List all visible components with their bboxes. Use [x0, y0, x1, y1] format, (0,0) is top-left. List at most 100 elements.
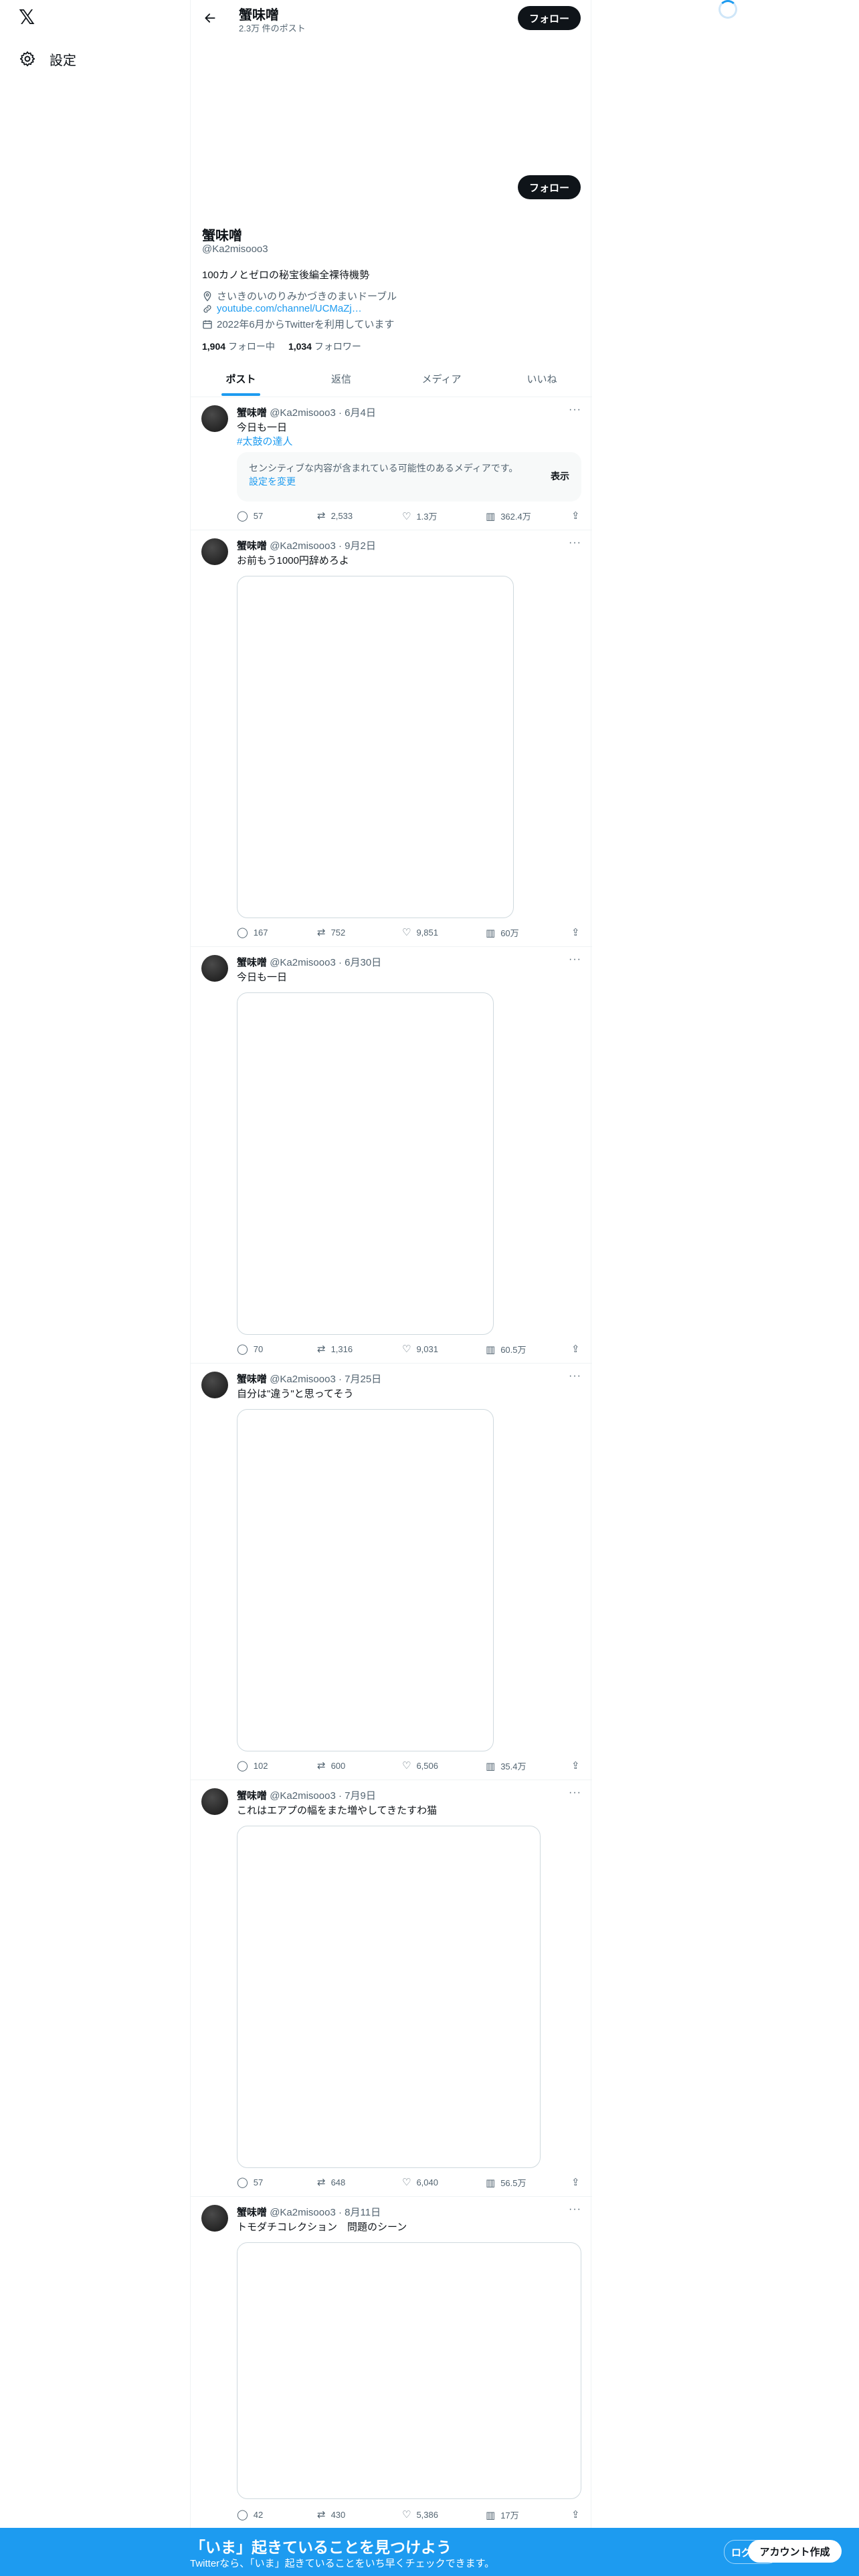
- location-pin-icon: [203, 291, 211, 302]
- following-stat[interactable]: 1,904 フォロー中: [202, 340, 275, 353]
- follow-button[interactable]: フォロー: [518, 175, 581, 199]
- avatar[interactable]: [201, 955, 228, 982]
- post-date[interactable]: 6月4日: [345, 407, 376, 419]
- post-actions: ◯ 57 ⇄ 2,533 ♡ 1.3万 ▥ 362.4万 ⇪: [237, 510, 585, 524]
- post-media[interactable]: [237, 1409, 494, 1751]
- share-button[interactable]: ⇪: [571, 2508, 580, 2520]
- more-icon[interactable]: ···: [569, 1787, 581, 1799]
- post-date[interactable]: 7月25日: [345, 1374, 381, 1385]
- share-button[interactable]: ⇪: [571, 926, 580, 938]
- reply-button[interactable]: ◯ 70: [237, 1343, 263, 1355]
- signup-button[interactable]: アカウント作成: [748, 2540, 842, 2563]
- post-date[interactable]: 6月30日: [345, 957, 381, 968]
- profile-joined: 2022年6月からTwitterを利用しています: [202, 317, 394, 331]
- share-button[interactable]: ⇪: [571, 1343, 580, 1355]
- repost-button[interactable]: ⇄ 752: [317, 926, 345, 938]
- like-button[interactable]: ♡ 9,851: [402, 926, 438, 938]
- post-text: 今日も一日: [237, 422, 288, 433]
- repost-button[interactable]: ⇄ 1,316: [317, 1343, 353, 1355]
- post-author-name[interactable]: 蟹味噌: [237, 1374, 267, 1385]
- more-icon[interactable]: ···: [569, 537, 581, 549]
- reply-button[interactable]: ◯ 42: [237, 2508, 263, 2520]
- repost-button[interactable]: ⇄ 600: [317, 1759, 345, 1772]
- post-media[interactable]: [237, 2242, 581, 2499]
- views-button[interactable]: ▥ 60.5万: [486, 1343, 527, 1356]
- post-text: トモダチコレクション 問題のシーン: [237, 2222, 407, 2233]
- tab-replies[interactable]: 返信: [291, 361, 391, 397]
- show-media-button[interactable]: 表示: [551, 469, 569, 483]
- back-arrow-icon[interactable]: [200, 8, 220, 28]
- avatar[interactable]: [201, 1788, 228, 1815]
- post[interactable]: 蟹味噌 @Ka2misooo3 · 9月2日 ··· お前もう1000円辞めろよ…: [191, 530, 592, 947]
- post-header: 蟹味噌 @Ka2misooo3 · 9月2日: [237, 540, 376, 552]
- post-text: 自分は"違う"と思ってそう: [237, 1388, 354, 1400]
- post-author-name[interactable]: 蟹味噌: [237, 957, 267, 968]
- nav-settings-label: 設定: [50, 53, 76, 68]
- reply-icon: ◯: [237, 1760, 248, 1772]
- reply-button[interactable]: ◯ 102: [237, 1759, 268, 1772]
- reply-button[interactable]: ◯ 57: [237, 2176, 263, 2188]
- share-icon: ⇪: [571, 510, 580, 522]
- tab-likes[interactable]: いいね: [492, 361, 592, 397]
- views-button[interactable]: ▥ 17万: [486, 2508, 519, 2521]
- change-settings-link[interactable]: 設定を変更: [249, 476, 296, 487]
- more-icon[interactable]: ···: [569, 2204, 581, 2216]
- loading-spinner-icon: [719, 0, 737, 19]
- repost-button[interactable]: ⇄ 2,533: [317, 510, 353, 522]
- views-button[interactable]: ▥ 362.4万: [486, 510, 531, 522]
- followers-stat[interactable]: 1,034 フォロワー: [288, 340, 361, 353]
- bar-chart-icon: ▥: [486, 2177, 496, 2189]
- post[interactable]: 蟹味噌 @Ka2misooo3 · 8月11日 ··· トモダチコレクション 問…: [191, 2197, 592, 2528]
- tab-posts[interactable]: ポスト: [191, 361, 291, 397]
- post-text: お前もう1000円辞めろよ: [237, 555, 349, 566]
- avatar[interactable]: [201, 538, 228, 565]
- main-column: 蟹味噌 2.3万 件のポスト フォロー フォロー 蟹味噌 @Ka2misooo3…: [190, 0, 592, 2576]
- views-button[interactable]: ▥ 56.5万: [486, 2176, 527, 2189]
- views-button[interactable]: ▥ 60万: [486, 926, 519, 939]
- more-icon[interactable]: ···: [569, 954, 581, 966]
- share-button[interactable]: ⇪: [571, 510, 580, 522]
- avatar[interactable]: [201, 1372, 228, 1398]
- follow-button-top[interactable]: フォロー: [518, 6, 581, 30]
- share-button[interactable]: ⇪: [571, 1759, 580, 1772]
- like-button[interactable]: ♡ 1.3万: [402, 510, 438, 522]
- views-button[interactable]: ▥ 35.4万: [486, 1759, 527, 1772]
- nav-item-settings[interactable]: 設定: [19, 47, 76, 71]
- like-button[interactable]: ♡ 6,506: [402, 1759, 438, 1772]
- repost-button[interactable]: ⇄ 430: [317, 2508, 345, 2520]
- profile-link-text[interactable]: youtube.com/channel/UCMaZj…: [217, 303, 362, 314]
- post-author-name[interactable]: 蟹味噌: [237, 1790, 267, 1802]
- avatar[interactable]: [201, 2205, 228, 2232]
- post[interactable]: 蟹味噌 @Ka2misooo3 · 6月30日 ··· 今日も一日 ◯ 70 ⇄ 1…: [191, 947, 592, 1364]
- heart-icon: ♡: [402, 510, 411, 522]
- post-header: 蟹味噌 @Ka2misooo3 · 7月25日: [237, 1374, 382, 1385]
- post-hashtag[interactable]: #太鼓の達人: [237, 434, 292, 448]
- post[interactable]: 蟹味噌 @Ka2misooo3 · 7月25日 ··· 自分は"違う"と思ってそ…: [191, 1364, 592, 1780]
- repost-button[interactable]: ⇄ 648: [317, 2176, 345, 2188]
- more-icon[interactable]: ···: [569, 1370, 581, 1382]
- post-author-name[interactable]: 蟹味噌: [237, 540, 267, 552]
- post-media[interactable]: [237, 992, 494, 1335]
- post[interactable]: 蟹味噌 @Ka2misooo3 · 7月9日 ··· これはエアプの幅をまた増や…: [191, 1780, 592, 2197]
- like-button[interactable]: ♡ 9,031: [402, 1343, 438, 1355]
- avatar[interactable]: [201, 405, 228, 432]
- post-media[interactable]: [237, 576, 514, 918]
- post-author-name[interactable]: 蟹味噌: [237, 2207, 267, 2218]
- post-date[interactable]: 9月2日: [345, 540, 376, 552]
- post[interactable]: 蟹味噌 @Ka2misooo3 · 6月4日 ··· 今日も一日 #太鼓の達人 …: [191, 397, 592, 530]
- reply-button[interactable]: ◯ 57: [237, 510, 263, 522]
- post-media[interactable]: [237, 1826, 541, 2168]
- heart-icon: ♡: [402, 2177, 411, 2188]
- signup-banner: 「いま」起きていることを見つけよう Twitterなら、「いま」起きていることを…: [0, 2528, 859, 2576]
- post-actions: ◯ 42 ⇄ 430 ♡ 5,386 ▥ 17万 ⇪: [237, 2508, 585, 2523]
- reply-button[interactable]: ◯ 167: [237, 926, 268, 938]
- post-date[interactable]: 8月11日: [345, 2207, 381, 2218]
- like-button[interactable]: ♡ 5,386: [402, 2508, 438, 2520]
- tab-media[interactable]: メディア: [391, 361, 492, 397]
- post-author-name[interactable]: 蟹味噌: [237, 407, 267, 419]
- like-button[interactable]: ♡ 6,040: [402, 2176, 438, 2188]
- share-button[interactable]: ⇪: [571, 2176, 580, 2188]
- more-icon[interactable]: ···: [569, 404, 581, 416]
- x-logo-icon[interactable]: 𝕏: [19, 7, 41, 29]
- post-date[interactable]: 7月9日: [345, 1790, 376, 1802]
